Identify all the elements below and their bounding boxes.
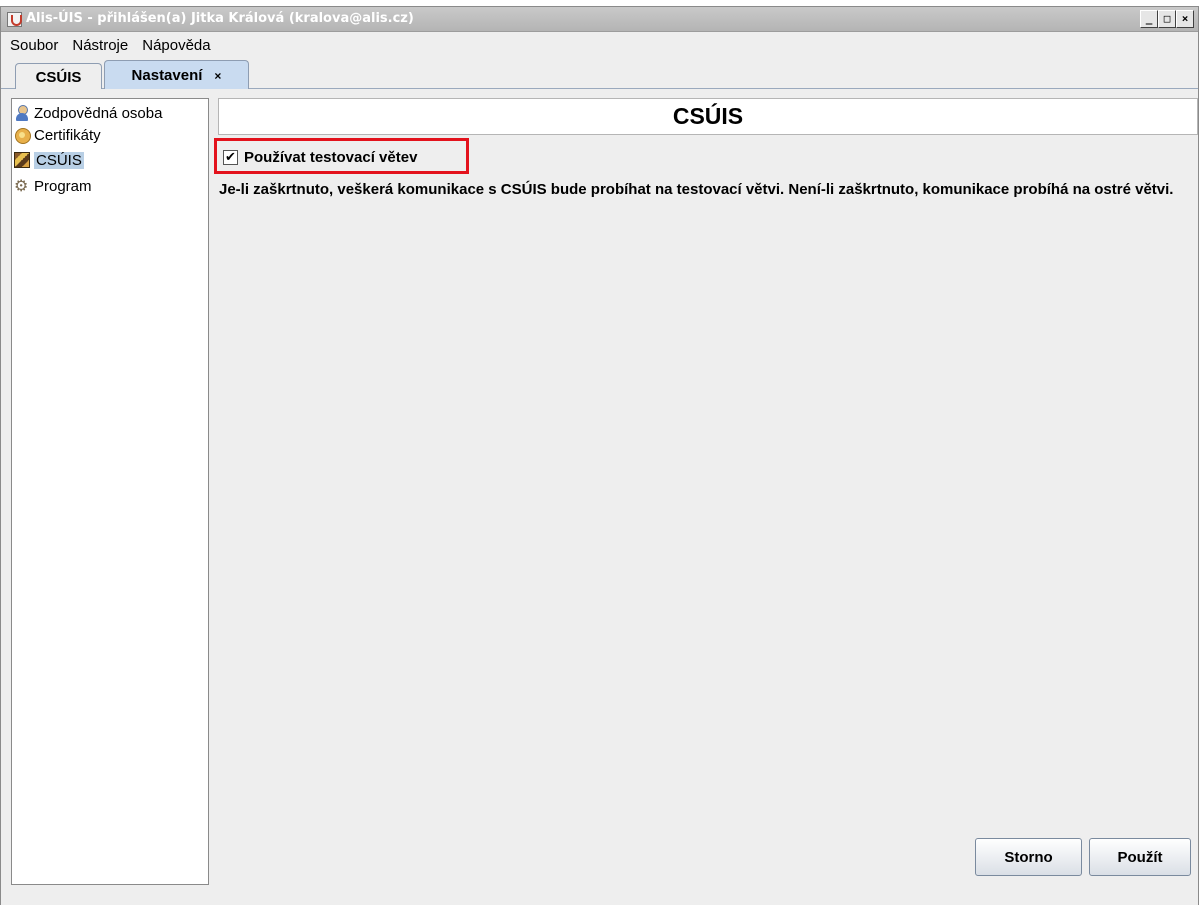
tab-csuis-label: CSÚIS — [35, 68, 82, 86]
gear-icon — [14, 176, 30, 195]
title-bar[interactable]: Alis-ÚIS - přihlášen(a) Jitka Králová (k… — [1, 7, 1198, 32]
tree-item-label: Zodpovědná osoba — [34, 104, 163, 122]
csuis-settings-panel: CSÚIS ✔ Používat testovací větev Je-li z… — [214, 98, 1198, 885]
menu-napoveda[interactable]: Nápověda — [142, 37, 210, 54]
tree-item-csuis[interactable]: CSÚIS — [14, 149, 84, 171]
close-button[interactable]: × — [1176, 10, 1194, 28]
cancel-button[interactable]: Storno — [975, 838, 1082, 876]
tree-item-label: Program — [34, 177, 92, 195]
tab-strip: CSÚIS Nastavení × — [1, 59, 1198, 90]
window-title: Alis-ÚIS - přihlášen(a) Jitka Králová (k… — [26, 11, 414, 26]
application-window: Alis-ÚIS - přihlášen(a) Jitka Králová (k… — [0, 6, 1199, 905]
test-branch-checkbox-label[interactable]: Používat testovací větev — [244, 149, 417, 166]
tree-item-zodpovedna-osoba[interactable]: Zodpovědná osoba — [14, 102, 162, 124]
checkbox-description: Je-li zaškrtnuto, veškerá komunikace s C… — [219, 181, 1174, 198]
menu-nastroje[interactable]: Nástroje — [72, 37, 128, 54]
tree-item-label: Certifikáty — [34, 126, 101, 144]
test-branch-checkbox[interactable]: ✔ — [223, 149, 238, 165]
tree-item-label: CSÚIS — [34, 151, 84, 169]
person-icon — [14, 105, 30, 121]
tab-nastaveni[interactable]: Nastavení × — [104, 60, 249, 90]
settings-content: Zodpovědná osoba Certifikáty CSÚIS Progr… — [1, 89, 1198, 905]
certificate-icon — [14, 127, 31, 144]
test-branch-checkbox-row[interactable]: ✔ Používat testovací větev — [223, 147, 417, 167]
tree-item-program[interactable]: Program — [14, 175, 92, 197]
panel-title: CSÚIS — [218, 98, 1198, 135]
csuis-icon — [14, 152, 30, 168]
tab-close-icon[interactable]: × — [214, 69, 221, 83]
tab-csuis[interactable]: CSÚIS — [15, 63, 102, 90]
tree-item-certifikaty[interactable]: Certifikáty — [14, 124, 101, 146]
minimize-button[interactable]: _ — [1140, 10, 1158, 28]
window-controls: _ □ × — [1140, 10, 1194, 28]
tab-nastaveni-label: Nastavení — [131, 67, 203, 84]
java-app-icon — [7, 12, 22, 27]
menu-bar: Soubor Nástroje Nápověda — [1, 32, 1198, 59]
menu-soubor[interactable]: Soubor — [10, 37, 58, 54]
maximize-button[interactable]: □ — [1158, 10, 1176, 28]
settings-tree: Zodpovědná osoba Certifikáty CSÚIS Progr… — [11, 98, 209, 885]
apply-button[interactable]: Použít — [1089, 838, 1191, 876]
